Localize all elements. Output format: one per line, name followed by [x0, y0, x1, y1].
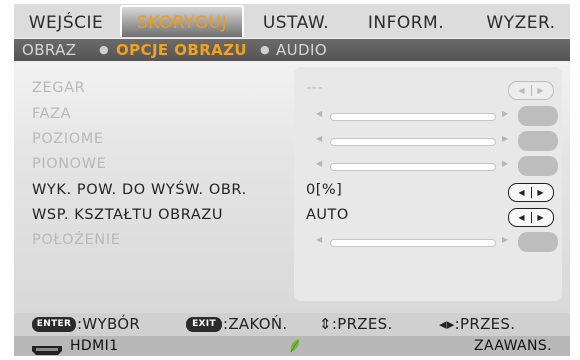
left-arrow-icon: ◀	[518, 86, 525, 95]
help-bar: ENTER :WYBÓR EXIT :ZAKOŃ. ⇕:PRZES. ◂▸:PR…	[14, 313, 570, 336]
slider-track	[330, 239, 496, 247]
row-label-zegar: ZEGAR	[32, 80, 86, 96]
left-arrow-icon: ◀	[518, 213, 525, 222]
help-select: :WYBÓR	[77, 315, 141, 333]
slider-track	[330, 163, 496, 171]
row-value-wsp-ksztaltu: AUTO	[306, 207, 349, 223]
tab-wyzer[interactable]: WYZER.	[476, 7, 566, 39]
input-source-label: HDMI1	[70, 338, 119, 354]
slider-value-box	[518, 131, 558, 151]
right-arrow-icon: ▶	[537, 188, 544, 197]
right-arrow-icon: ▶	[502, 235, 509, 244]
right-arrow-icon: ▶	[502, 134, 509, 143]
left-arrow-icon: ◀	[316, 134, 323, 143]
slider-track	[330, 113, 496, 121]
left-arrow-icon: ◀	[518, 188, 525, 197]
right-arrow-icon: ▶	[502, 159, 509, 168]
row-label-pionowe: PIONOWE	[32, 156, 107, 172]
slider-value-box	[518, 232, 558, 252]
tab-ustaw[interactable]: USTAW.	[250, 7, 342, 39]
pionowe-slider[interactable]: ◀ ▶	[316, 156, 558, 176]
wyk-pow-adjust-control[interactable]: ◀ ▶	[508, 183, 554, 202]
sub-tab-bar: OBRAZ ● OPCJE OBRAZU ● AUDIO	[14, 38, 570, 61]
enter-key-badge: ENTER	[32, 317, 76, 332]
row-label-faza: FAZA	[32, 106, 72, 122]
projector-osd-menu: WEJŚCIE SKORYGUJ USTAW. INFORM. WYZER. O…	[0, 0, 580, 356]
zegar-adjust-control[interactable]: ◀ ▶	[508, 81, 554, 100]
left-arrow-icon: ◀	[316, 109, 323, 118]
separator-dot: ●	[260, 43, 270, 56]
help-move-horizontal: ◂▸:PRZES.	[439, 315, 516, 333]
row-label-polozenie: POŁOŻENIE	[32, 232, 121, 248]
row-label-wsp-ksztaltu: WSP. KSZTAŁTU OBRAZU	[32, 207, 224, 223]
left-arrow-icon: ◀	[316, 159, 323, 168]
right-arrow-icon: ▶	[537, 213, 544, 222]
exit-key-badge: EXIT	[186, 317, 222, 332]
slider-value-box	[518, 106, 558, 126]
main-tab-bar: WEJŚCIE SKORYGUJ USTAW. INFORM. WYZER.	[14, 4, 570, 39]
row-label-poziome: POZIOME	[32, 131, 104, 147]
row-value-zegar: ---	[306, 80, 324, 96]
separator-dot: ●	[99, 43, 109, 56]
row-label-wyk-pow: WYK. POW. DO WYŚW. OBR.	[32, 182, 247, 198]
row-value-wyk-pow: 0[%]	[306, 182, 343, 198]
status-bar: HDMI1 ZAAWANS.	[14, 336, 570, 356]
tab-skoryguj[interactable]: SKORYGUJ	[120, 5, 244, 37]
menu-mode-label: ZAAWANS.	[474, 338, 553, 354]
help-move-vertical: ⇕:PRZES.	[319, 315, 393, 333]
polozenie-slider[interactable]: ◀ ▶	[316, 232, 558, 252]
subtab-obraz[interactable]: OBRAZ	[22, 39, 76, 61]
wsp-ksztaltu-adjust-control[interactable]: ◀ ▶	[508, 208, 554, 227]
slider-track	[330, 138, 496, 146]
faza-slider[interactable]: ◀ ▶	[316, 106, 558, 126]
slider-value-box	[518, 156, 558, 176]
subtab-audio[interactable]: AUDIO	[276, 39, 327, 61]
leaf-icon	[289, 338, 301, 358]
subtab-opcje-obrazu[interactable]: OPCJE OBRAZU	[116, 39, 247, 61]
right-arrow-icon: ▶	[502, 109, 509, 118]
help-exit: :ZAKOŃ.	[223, 315, 288, 333]
settings-panel: ZEGAR --- ◀ ▶ FAZA ◀ ▶ POZIOME ◀ ▶ PIONOW…	[14, 61, 570, 313]
tab-wejscie[interactable]: WEJŚCIE	[20, 7, 112, 39]
hdmi-connector-icon	[30, 341, 64, 360]
right-arrow-icon: ▶	[537, 86, 544, 95]
poziome-slider[interactable]: ◀ ▶	[316, 131, 558, 151]
left-arrow-icon: ◀	[316, 235, 323, 244]
tab-inform[interactable]: INFORM.	[354, 7, 458, 39]
